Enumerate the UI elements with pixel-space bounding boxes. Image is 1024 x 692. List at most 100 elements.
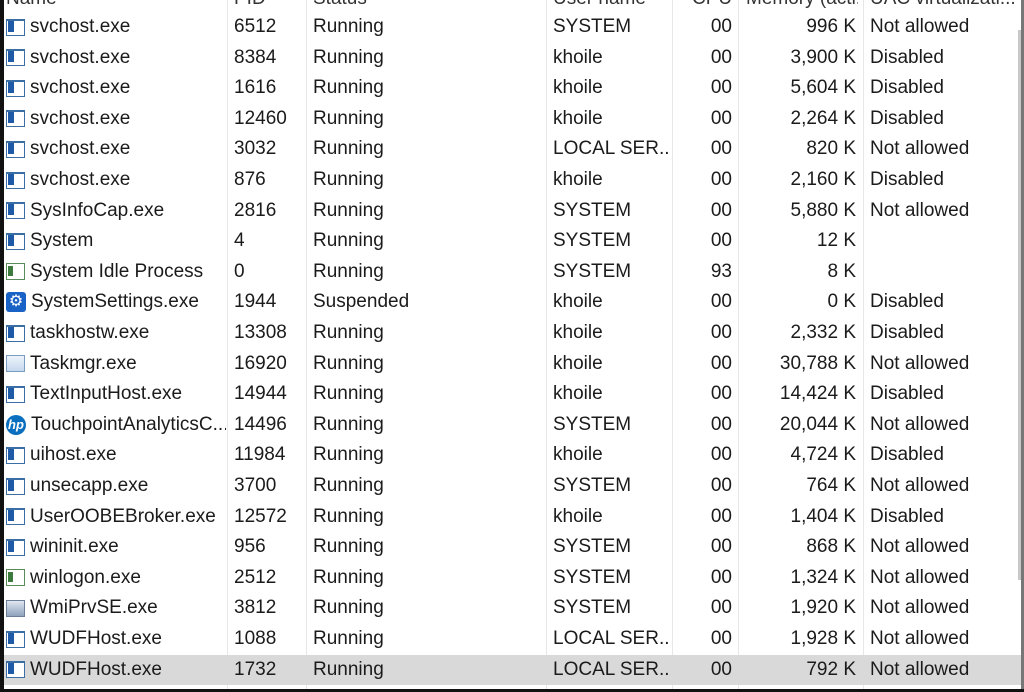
process-row[interactable]: UserOOBEBroker.exe 12572 Running khoile 00 1,… [0,502,1024,533]
column-header-status[interactable]: Status [313,0,543,10]
application-window-icon [6,538,25,556]
process-name-cell: ⚙ SystemSettings.exe [6,287,226,317]
application-window-icon [6,630,25,648]
process-status: Running [313,628,384,649]
process-row[interactable]: wininit.exe 956 Running SYSTEM 00 868 K Not al… [0,532,1024,563]
process-pid: 3812 [234,597,277,619]
process-uac-virtualization [870,257,1020,287]
column-header-user-name[interactable]: User name [553,0,669,10]
process-name-cell: svchost.exe [6,165,226,195]
process-row[interactable]: svchost.exe 3032 Running LOCAL SER... 00 820 … [0,134,1024,165]
application-window-icon [6,385,25,403]
process-status: Running [313,138,384,160]
process-uac-virtualization: Not allowed [870,566,970,588]
process-name-cell: svchost.exe [6,43,226,73]
process-cpu: 00 [710,658,732,680]
process-uac-virtualization: Not allowed [870,413,970,435]
process-user-name: SYSTEM [553,566,632,588]
process-row[interactable]: WUDFHost.exe 1088 Running LOCAL SER... 00 1,9… [0,624,1024,655]
process-uac-virtualization: Not allowed [870,16,970,37]
process-row[interactable]: ⚙ SystemSettings.exe 1944 Suspended khoile 00… [0,287,1024,318]
process-memory: 2,264 K [790,107,857,129]
process-cpu: 00 [710,138,732,160]
process-status: Running [313,107,384,129]
application-window-icon [6,324,25,342]
application-window-icon [6,232,25,250]
process-user-name: SYSTEM [553,475,632,496]
process-status: Running [313,383,384,405]
process-name-cell: taskhostw.exe [6,318,226,348]
process-cpu: 00 [710,566,732,588]
process-name: svchost.exe [30,46,131,68]
process-cpu: 00 [710,46,732,68]
column-header-memory[interactable]: Memory (acti... [746,0,858,10]
process-uac-virtualization: Not allowed [870,658,970,680]
process-pid: 2816 [234,199,277,221]
application-window-icon [6,79,25,97]
process-pid: 8384 [234,46,277,68]
column-header-name[interactable]: Name [6,0,226,10]
process-user-name: LOCAL SER... [553,628,669,649]
process-cpu: 00 [710,230,732,252]
process-pid: 1616 [234,77,277,99]
process-row[interactable]: svchost.exe 6512 Running SYSTEM 00 996 K Not a… [0,12,1024,43]
process-user-name: khoile [553,322,603,343]
process-row[interactable]: SysInfoCap.exe 2816 Running SYSTEM 00 5,880 K… [0,196,1024,227]
process-cpu: 00 [710,444,732,466]
process-row[interactable]: winlogon.exe 2512 Running SYSTEM 00 1,324 K No… [0,563,1024,594]
process-pid: 1088 [234,628,277,649]
process-status: Running [313,566,384,588]
process-user-name: khoile [553,77,603,99]
column-header-cpu[interactable]: CPU [692,0,736,10]
process-memory: 5,880 K [790,199,857,221]
process-name-cell: WUDFHost.exe [6,624,226,654]
process-uac-virtualization: Disabled [870,46,944,68]
process-pid: 13308 [234,322,287,343]
process-status: Running [313,505,384,527]
process-uac-virtualization: Not allowed [870,199,970,221]
process-name-cell: WUDFHost.exe [6,655,226,685]
process-pid: 3032 [234,138,277,160]
process-row[interactable]: svchost.exe 1616 Running khoile 00 5,604 K Dis… [0,73,1024,104]
process-row[interactable]: TextInputHost.exe 14944 Running khoile 00 14,… [0,379,1024,410]
process-name: svchost.exe [30,107,131,129]
process-name-cell: UserOOBEBroker.exe [6,502,226,532]
process-name: svchost.exe [30,77,131,99]
process-uac-virtualization [870,226,1020,256]
process-row[interactable]: WmiPrvSE.exe 3812 Running SYSTEM 00 1,920 K No… [0,593,1024,624]
process-pid: 3700 [234,475,277,496]
process-row[interactable]: Taskmgr.exe 16920 Running khoile 00 30,788 K N… [0,349,1024,380]
process-row[interactable]: hp TouchpointAnalyticsC... 14496 Running SYS… [0,410,1024,441]
column-header-pid[interactable]: PID [234,0,306,10]
process-row[interactable]: svchost.exe 876 Running khoile 00 2,160 K Disa… [0,165,1024,196]
process-user-name: khoile [553,46,603,68]
process-user-name: SYSTEM [553,260,632,282]
process-name-cell: WmiPrvSE.exe [6,593,226,623]
process-memory: 8 K [827,260,856,282]
process-uac-virtualization: Not allowed [870,475,970,496]
process-row[interactable]: unsecapp.exe 3700 Running SYSTEM 00 764 K Not … [0,471,1024,502]
process-memory: 5,604 K [790,77,857,99]
process-row[interactable]: WUDFHost.exe 1732 Running LOCAL SER... 00 792… [0,654,1024,686]
process-cpu: 00 [710,291,732,313]
process-row[interactable]: svchost.exe 12460 Running khoile 00 2,264 K Di… [0,104,1024,135]
process-row[interactable]: System Idle Process 0 Running SYSTEM 93 8 K [0,257,1024,288]
process-memory: 792 K [806,658,856,680]
process-user-name: khoile [553,352,603,374]
process-name-cell: SysInfoCap.exe [6,196,226,226]
process-row[interactable]: taskhostw.exe 13308 Running khoile 00 2,332 K… [0,318,1024,349]
process-status: Running [313,260,384,282]
process-name-cell: svchost.exe [6,134,226,164]
process-cpu: 00 [710,413,732,435]
process-memory: 1,324 K [790,566,857,588]
process-uac-virtualization: Not allowed [870,138,970,160]
process-uac-virtualization: Not allowed [870,628,970,649]
process-row[interactable]: System 4 Running SYSTEM 00 12 K [0,226,1024,257]
process-user-name: khoile [553,444,603,466]
column-header-uac-virtualization[interactable]: UAC virtualizati... [870,0,1020,10]
process-memory: 0 K [827,291,856,313]
process-cpu: 00 [710,169,732,190]
process-row[interactable]: uihost.exe 11984 Running khoile 00 4,724 K Dis… [0,440,1024,471]
process-name: UserOOBEBroker.exe [30,505,216,527]
process-row[interactable]: svchost.exe 8384 Running khoile 00 3,900 K Dis… [0,43,1024,74]
